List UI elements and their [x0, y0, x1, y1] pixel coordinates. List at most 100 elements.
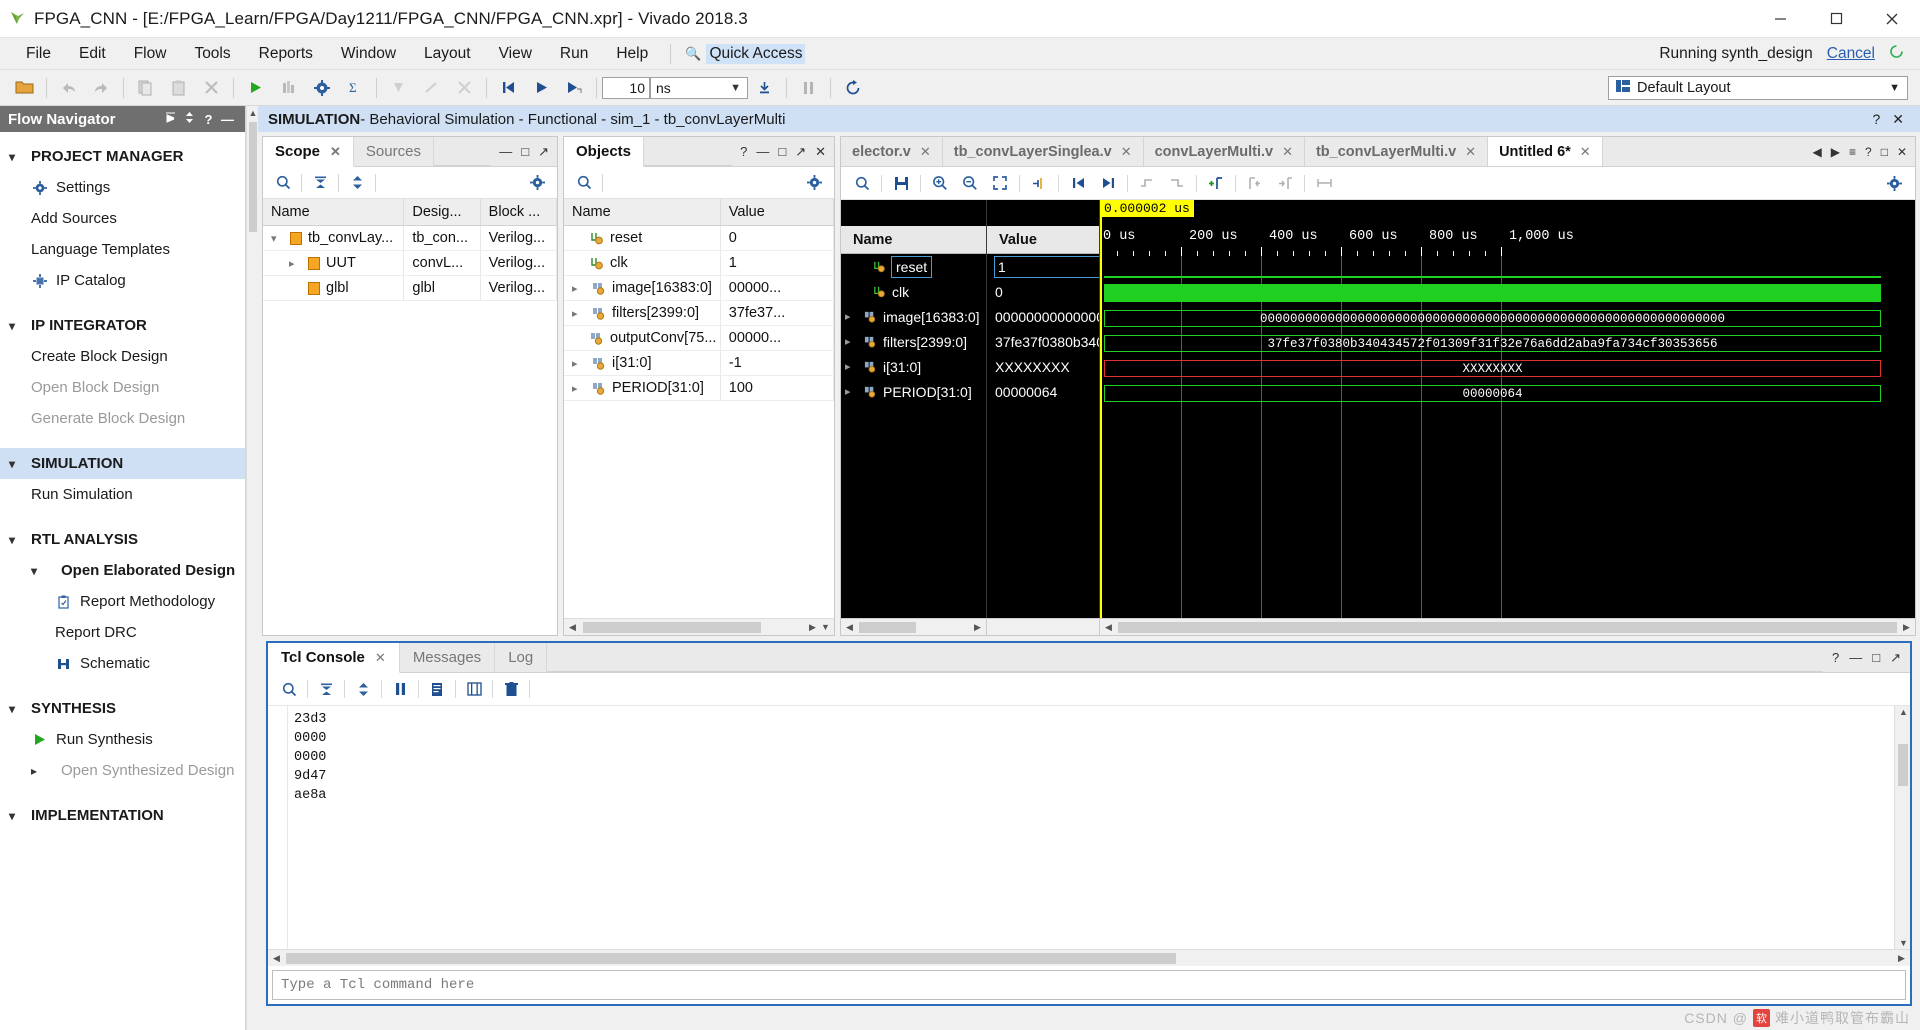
chevron-right-icon[interactable]: ▸: [845, 385, 858, 398]
minimize-panel-icon[interactable]: —: [1849, 650, 1862, 665]
close-button[interactable]: [1864, 0, 1920, 38]
help-icon[interactable]: ?: [199, 112, 218, 127]
expand-collapse-icon[interactable]: [180, 111, 199, 127]
flownav-item-run-simulation[interactable]: Run Simulation: [0, 479, 245, 510]
next-transition-icon[interactable]: [1162, 170, 1192, 196]
measure-icon[interactable]: [1309, 170, 1339, 196]
objects-list[interactable]: Name Value reset 0 clk 1 ▸ image[16383:0…: [564, 199, 834, 618]
scrollbar-thumb[interactable]: [1118, 621, 1897, 633]
flownav-item-language-templates[interactable]: Language Templates: [0, 234, 245, 265]
maximize-panel-icon[interactable]: □: [1872, 650, 1880, 665]
chevron-right-icon[interactable]: ▸: [572, 282, 585, 295]
minimize-panel-icon[interactable]: —: [499, 144, 512, 159]
sigma-icon[interactable]: Σ: [338, 73, 371, 103]
table-row[interactable]: clk 1: [564, 250, 834, 276]
collapse-all-icon[interactable]: [311, 676, 341, 702]
goto-end-icon[interactable]: [1093, 170, 1123, 196]
run-all-icon[interactable]: [525, 73, 558, 103]
chevron-right-icon[interactable]: ▸: [845, 310, 858, 323]
time-ruler[interactable]: 0 us 200 us 400 us 600 us 800 us 1,000 u…: [1100, 226, 1915, 256]
float-panel-icon[interactable]: ↗: [538, 144, 549, 160]
redo-icon[interactable]: [85, 73, 118, 103]
layout-select[interactable]: Default Layout ▼: [1608, 75, 1908, 100]
waveform-value-clk[interactable]: 0: [987, 279, 1099, 304]
menu-help[interactable]: Help: [602, 38, 662, 70]
flownav-item-settings[interactable]: Settings: [0, 172, 245, 203]
close-icon[interactable]: ✕: [1121, 144, 1132, 160]
tab-messages[interactable]: Messages: [400, 643, 496, 672]
wrap-text-icon[interactable]: [459, 676, 489, 702]
waveform-row-period[interactable]: ▸ PERIOD[31:0]: [841, 379, 986, 404]
zoom-out-icon[interactable]: [955, 170, 985, 196]
scroll-right-arrow-icon[interactable]: ▶: [806, 622, 819, 633]
pause-sim-icon[interactable]: [792, 73, 825, 103]
scroll-down-arrow-icon[interactable]: ▼: [819, 622, 832, 632]
flow-navigator-scrollbar[interactable]: ▲: [246, 106, 258, 1030]
minimize-button[interactable]: [1752, 0, 1808, 38]
scroll-down-arrow-icon[interactable]: ▼: [1898, 938, 1909, 948]
flownav-group-ip-integrator[interactable]: ▾ IP INTEGRATOR: [0, 310, 245, 341]
search-icon[interactable]: [570, 170, 598, 196]
table-row[interactable]: outputConv[75... 00000...: [564, 325, 834, 351]
waveform-value-period[interactable]: 00000064: [987, 379, 1099, 404]
delete-icon[interactable]: [195, 73, 228, 103]
pause-icon[interactable]: [385, 676, 415, 702]
relaunch-icon[interactable]: [415, 73, 448, 103]
scroll-right-arrow-icon[interactable]: ▶: [971, 622, 984, 633]
float-panel-icon[interactable]: ↗: [795, 144, 806, 160]
menu-run[interactable]: Run: [546, 38, 602, 70]
gear-icon[interactable]: [800, 170, 828, 196]
chevron-down-icon[interactable]: ▾: [271, 232, 284, 245]
paste-icon[interactable]: [162, 73, 195, 103]
flownav-group-implementation[interactable]: ▾ IMPLEMENTATION: [0, 800, 245, 831]
waveform-value-reset[interactable]: 1: [987, 254, 1099, 279]
chevron-right-icon[interactable]: ▸: [845, 360, 858, 373]
tcl-command-input[interactable]: Type a Tcl command here: [272, 970, 1906, 1000]
flownav-item-schematic[interactable]: Schematic: [0, 648, 245, 679]
cursor-line[interactable]: [1100, 200, 1102, 618]
collapse-all-icon[interactable]: [161, 111, 180, 127]
stop-sim-icon[interactable]: [448, 73, 481, 103]
flownav-group-synthesis[interactable]: ▾ SYNTHESIS: [0, 693, 245, 724]
tab-untitled-6[interactable]: Untitled 6* ✕: [1488, 137, 1603, 166]
copy-icon[interactable]: [129, 73, 162, 103]
flownav-group-rtl-analysis[interactable]: ▾ RTL ANALYSIS: [0, 524, 245, 555]
scroll-up-arrow-icon[interactable]: ▲: [248, 108, 258, 118]
expand-all-icon[interactable]: [343, 170, 371, 196]
flownav-group-simulation[interactable]: ▾ SIMULATION: [0, 448, 245, 479]
waveform-row-clk[interactable]: clk: [841, 279, 986, 304]
collapse-all-icon[interactable]: [306, 170, 334, 196]
help-icon[interactable]: ?: [740, 144, 747, 159]
help-icon[interactable]: ?: [1832, 650, 1839, 665]
scroll-left-arrow-icon[interactable]: ◀: [566, 622, 579, 633]
waveform-canvas[interactable]: 0.000002 us 0 us 200 us 400 us 600 us 80…: [1100, 200, 1915, 618]
cancel-run-link[interactable]: Cancel: [1827, 45, 1875, 63]
maximize-panel-icon[interactable]: □: [1881, 145, 1888, 159]
menu-file[interactable]: File: [12, 38, 65, 70]
run-for-icon[interactable]: [558, 73, 591, 103]
chevron-right-icon[interactable]: ▸: [572, 357, 585, 370]
search-icon[interactable]: [274, 676, 304, 702]
next-marker-icon[interactable]: [1270, 170, 1300, 196]
maximize-button[interactable]: [1808, 0, 1864, 38]
tab-elector-v[interactable]: elector.v ✕: [841, 137, 943, 166]
menu-tools[interactable]: Tools: [180, 38, 244, 70]
waveform-row-filters[interactable]: ▸ filters[2399:0]: [841, 329, 986, 354]
scrollbar-thumb[interactable]: [1898, 744, 1908, 786]
waveform-row-image[interactable]: ▸ image[16383:0]: [841, 304, 986, 329]
tab-tb-convlayermulti-v[interactable]: tb_convLayerMulti.v ✕: [1305, 137, 1489, 166]
objects-col-value[interactable]: Value: [720, 199, 834, 226]
scroll-right-arrow-icon[interactable]: ▶: [1900, 622, 1913, 633]
chevron-right-icon[interactable]: ▸: [572, 307, 585, 320]
maximize-panel-icon[interactable]: □: [778, 144, 786, 159]
scroll-left-arrow-icon[interactable]: ◀: [270, 953, 283, 964]
close-icon[interactable]: ✕: [1580, 144, 1591, 160]
prev-marker-icon[interactable]: [1240, 170, 1270, 196]
search-icon[interactable]: [269, 170, 297, 196]
chevron-right-icon[interactable]: ▸: [845, 335, 858, 348]
quick-access[interactable]: 🔍 Quick Access: [685, 43, 806, 64]
close-icon[interactable]: ✕: [375, 650, 386, 666]
close-icon[interactable]: ✕: [920, 144, 931, 160]
scroll-right-arrow-icon[interactable]: ▶: [1895, 953, 1908, 964]
prev-tab-icon[interactable]: ◀: [1813, 145, 1822, 159]
